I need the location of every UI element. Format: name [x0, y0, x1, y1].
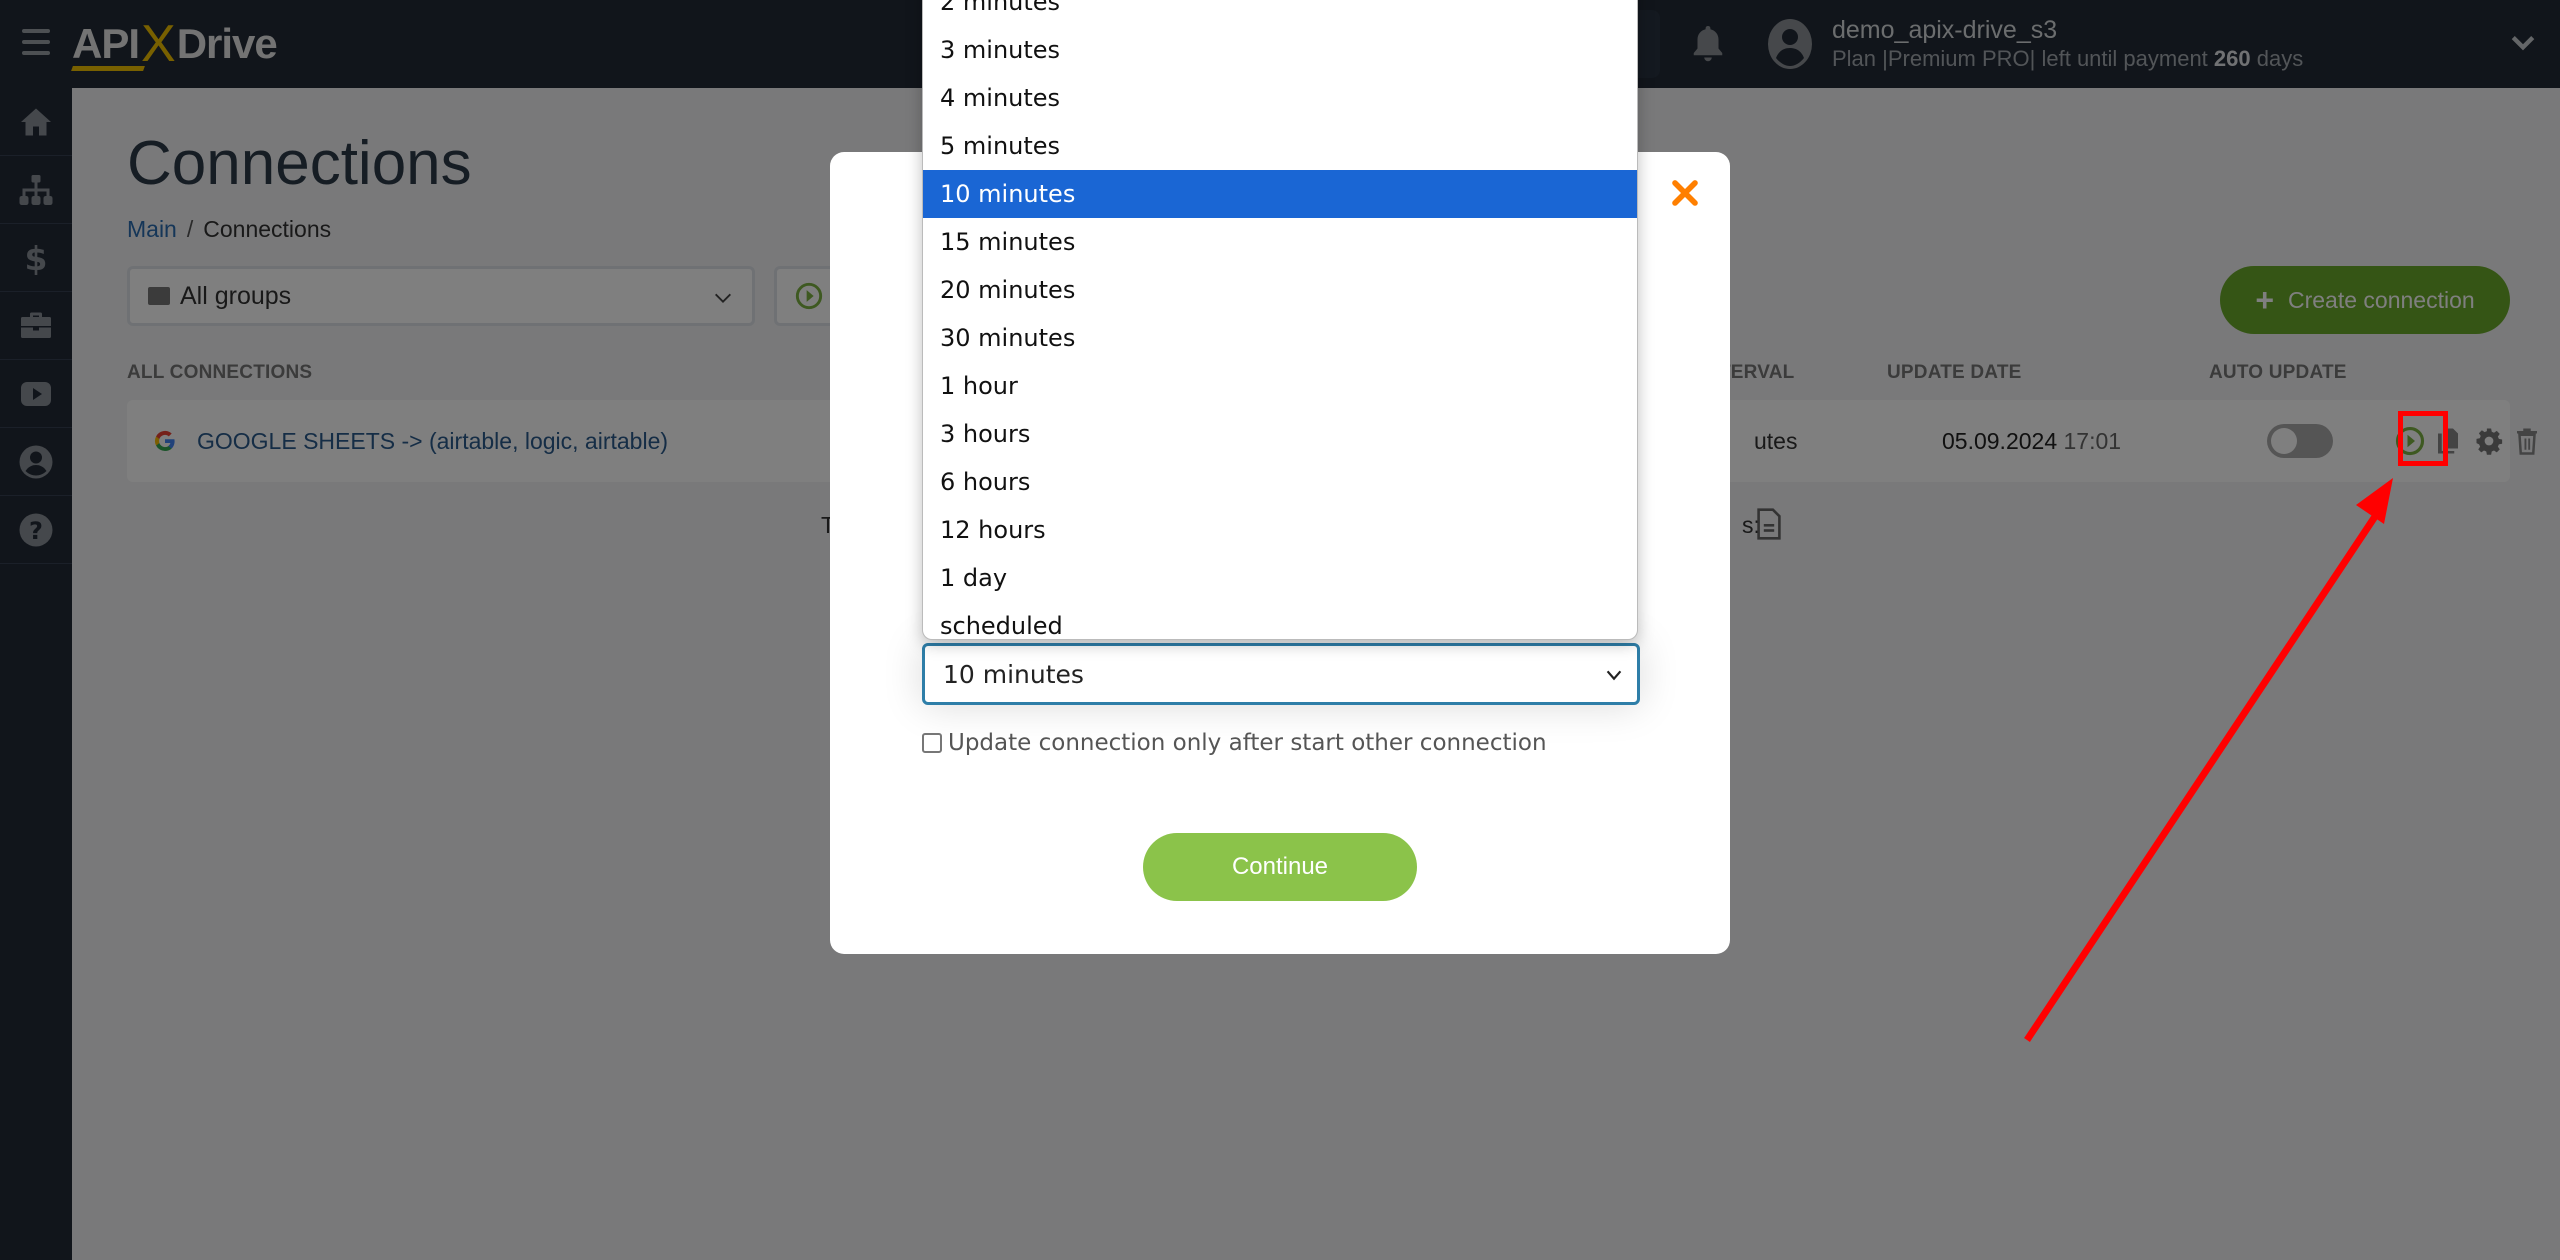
dropdown-option[interactable]: 30 minutes: [923, 314, 1637, 362]
dropdown-option[interactable]: 3 hours: [923, 410, 1637, 458]
dropdown-option[interactable]: 12 hours: [923, 506, 1637, 554]
interval-dropdown-list[interactable]: 2 minutes 3 minutes 4 minutes 5 minutes 10 m…: [922, 0, 1638, 640]
annotation-highlight-box: [2398, 411, 2448, 466]
interval-select[interactable]: 10 minutes: [922, 643, 1640, 705]
dropdown-option[interactable]: 6 hours: [923, 458, 1637, 506]
dropdown-option[interactable]: 10 minutes: [923, 170, 1637, 218]
close-icon[interactable]: [1670, 178, 1700, 208]
dropdown-option[interactable]: 2 minutes: [923, 0, 1637, 26]
chevron-down-icon: [1606, 670, 1622, 681]
continue-button[interactable]: Continue: [1143, 833, 1417, 901]
dropdown-option[interactable]: 15 minutes: [923, 218, 1637, 266]
dropdown-option[interactable]: 1 day: [923, 554, 1637, 602]
dropdown-option[interactable]: scheduled: [923, 602, 1637, 639]
dropdown-option[interactable]: 20 minutes: [923, 266, 1637, 314]
dropdown-option[interactable]: 4 minutes: [923, 74, 1637, 122]
dropdown-option[interactable]: 1 hour: [923, 362, 1637, 410]
dropdown-option[interactable]: 3 minutes: [923, 26, 1637, 74]
update-after-other-connection-checkbox[interactable]: [922, 733, 942, 753]
dropdown-option[interactable]: 5 minutes: [923, 122, 1637, 170]
interval-select-value: 10 minutes: [943, 659, 1084, 689]
update-after-other-connection-option[interactable]: Update connection only after start other…: [922, 730, 1547, 756]
checkbox-label: Update connection only after start other…: [948, 730, 1547, 756]
